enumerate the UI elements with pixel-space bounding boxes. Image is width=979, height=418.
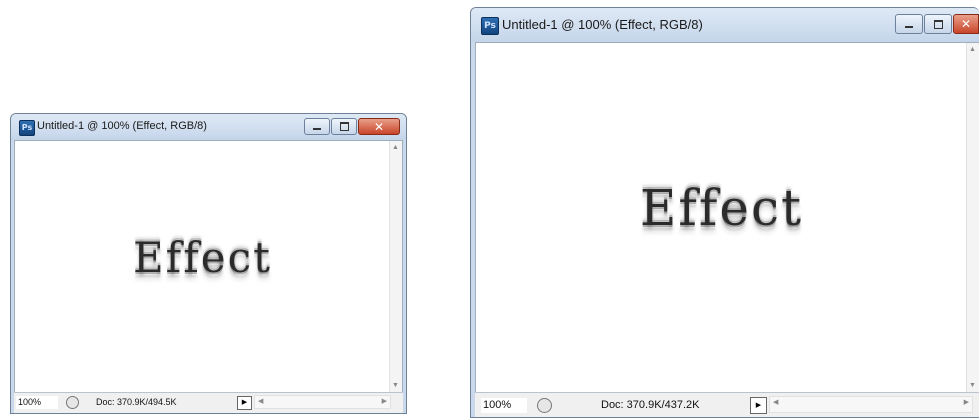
maximize-button[interactable] <box>331 118 357 135</box>
horizontal-scrollbar[interactable]: ◀ ▶ <box>254 395 391 409</box>
status-menu-button[interactable]: ▶ <box>750 397 767 414</box>
zoom-field[interactable]: 100% <box>16 396 58 409</box>
scroll-right-icon[interactable]: ▶ <box>382 398 387 405</box>
horizontal-scrollbar[interactable]: ◀ ▶ <box>769 396 973 413</box>
document-window-left[interactable]: Ps Untitled-1 @ 100% (Effect, RGB/8) ✕ E… <box>10 113 407 414</box>
scroll-left-icon[interactable]: ◀ <box>258 398 263 405</box>
photoshop-icon[interactable]: Ps <box>481 17 499 35</box>
scroll-up-icon[interactable]: ▲ <box>392 144 399 151</box>
close-button[interactable]: ✕ <box>358 118 400 135</box>
scroll-left-icon[interactable]: ◀ <box>773 399 778 406</box>
canvas-text-effect: Effect <box>639 179 804 237</box>
caption-buttons: ✕ <box>304 118 400 135</box>
close-icon: ✕ <box>960 17 972 31</box>
vertical-scrollbar[interactable]: ▲ ▼ <box>966 43 979 392</box>
zoom-field[interactable]: 100% <box>481 398 527 413</box>
maximize-icon <box>339 122 349 131</box>
status-icon[interactable] <box>537 398 552 413</box>
maximize-icon <box>933 19 943 29</box>
title-bar[interactable]: Ps Untitled-1 @ 100% (Effect, RGB/8) ✕ <box>471 8 979 42</box>
status-bar: 100% Doc: 370.9K/437.2K ▶ ◀ ▶ <box>475 392 979 417</box>
minimize-button[interactable] <box>304 118 330 135</box>
scroll-right-icon[interactable]: ▶ <box>964 399 969 406</box>
minimize-button[interactable] <box>895 14 923 34</box>
maximize-button[interactable] <box>924 14 952 34</box>
minimize-icon <box>905 25 913 28</box>
status-icon[interactable] <box>66 396 79 409</box>
status-bar: 100% Doc: 370.9K/494.5K ▶ ◀ ▶ <box>14 392 403 413</box>
status-menu-button[interactable]: ▶ <box>237 396 252 410</box>
scroll-up-icon[interactable]: ▲ <box>969 46 976 53</box>
minimize-icon <box>313 128 321 130</box>
window-title: Untitled-1 @ 100% (Effect, RGB/8) <box>502 17 703 32</box>
canvas-text-effect: Effect <box>132 233 272 282</box>
window-title: Untitled-1 @ 100% (Effect, RGB/8) <box>37 120 207 132</box>
canvas-area[interactable]: Effect ▲ ▼ <box>475 42 979 393</box>
title-bar[interactable]: Ps Untitled-1 @ 100% (Effect, RGB/8) ✕ <box>11 114 406 140</box>
close-icon: ✕ <box>373 119 385 134</box>
doc-info: Doc: 370.9K/494.5K <box>96 397 177 407</box>
scroll-down-icon[interactable]: ▼ <box>392 382 399 389</box>
vertical-scrollbar[interactable]: ▲ ▼ <box>389 141 402 392</box>
caption-buttons: ✕ <box>895 14 979 34</box>
close-button[interactable]: ✕ <box>953 14 979 34</box>
canvas-area[interactable]: Effect ▲ ▼ <box>14 140 403 393</box>
scroll-down-icon[interactable]: ▼ <box>969 382 976 389</box>
photoshop-icon[interactable]: Ps <box>19 120 35 136</box>
document-window-right[interactable]: Ps Untitled-1 @ 100% (Effect, RGB/8) ✕ E… <box>470 7 979 418</box>
doc-info: Doc: 370.9K/437.2K <box>601 399 700 411</box>
